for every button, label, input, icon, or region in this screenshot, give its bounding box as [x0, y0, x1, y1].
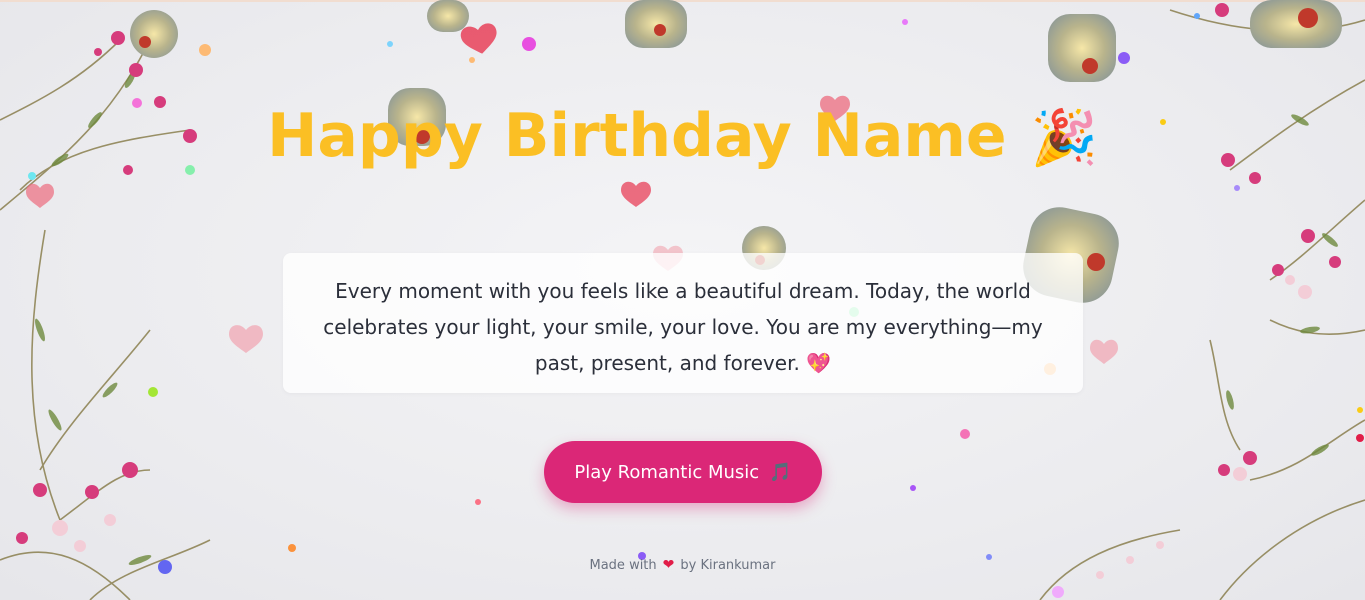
- message-text: Every moment with you feels like a beaut…: [323, 279, 1043, 375]
- message-card: Every moment with you feels like a beaut…: [283, 253, 1083, 393]
- party-popper-icon: 🎉: [1030, 106, 1098, 169]
- top-border: [0, 0, 1365, 2]
- play-music-button[interactable]: Play Romantic Music 🎵: [544, 441, 822, 503]
- footer-credit: Made with ❤ by Kirankumar: [0, 557, 1365, 573]
- footer-made-with: Made with: [589, 558, 657, 573]
- red-heart-icon: ❤: [662, 557, 675, 573]
- music-note-icon: 🎵: [769, 461, 792, 483]
- title-text: Happy Birthday Name: [267, 101, 1007, 171]
- play-music-label: Play Romantic Music: [574, 461, 760, 483]
- page-title: Happy Birthday Name 🎉: [0, 98, 1365, 176]
- footer-author: by Kirankumar: [680, 558, 776, 573]
- message-paragraph: Every moment with you feels like a beaut…: [283, 253, 1083, 381]
- sparkling-heart-icon: 💖: [806, 351, 832, 375]
